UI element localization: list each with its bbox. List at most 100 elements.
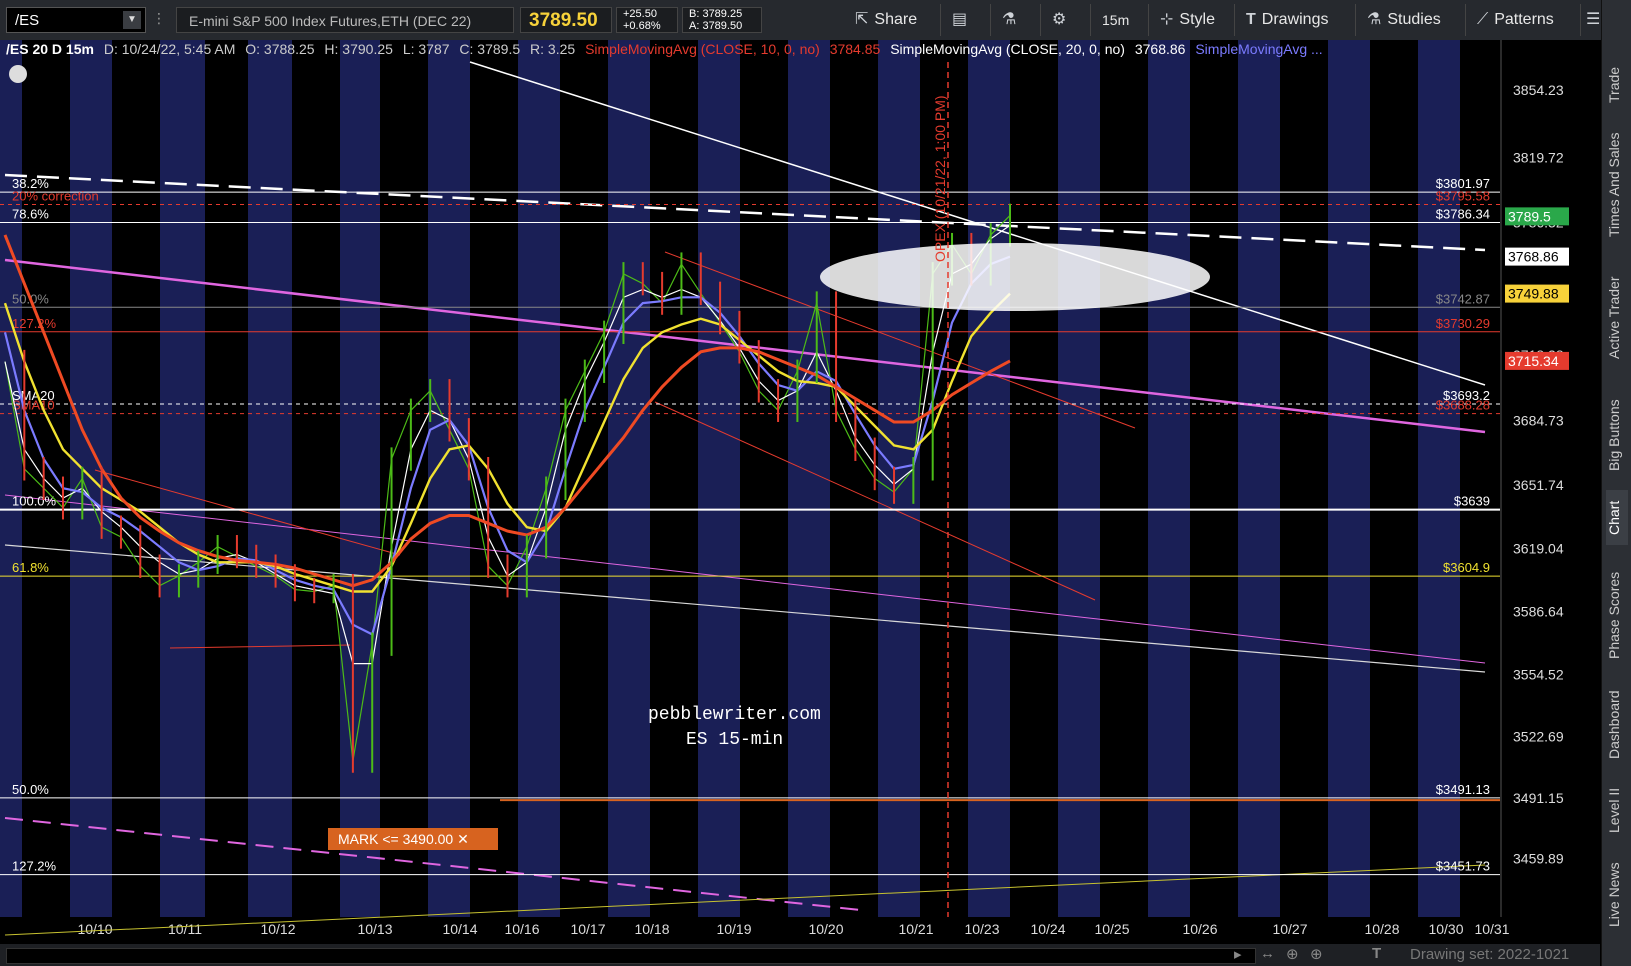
zoom-icon[interactable]: ⊕ xyxy=(1310,945,1323,963)
sma10-value: 3784.85 xyxy=(829,41,881,57)
price-axis-tick: 3554.52 xyxy=(1513,666,1564,682)
bar-close: C: 3789.5 xyxy=(459,41,521,57)
flask-icon: ⚗ xyxy=(1002,11,1017,28)
watermark-site: pebblewriter.com xyxy=(648,705,821,725)
tab-live-news[interactable]: Live News xyxy=(1606,860,1628,930)
time-axis-tick: 10/24 xyxy=(1030,921,1065,937)
price-axis-tick: 3522.69 xyxy=(1513,728,1564,744)
price-axis-tick: 3651.74 xyxy=(1513,477,1564,493)
bar-open: O: 3788.25 xyxy=(245,41,315,57)
time-axis-tick: 10/30 xyxy=(1428,921,1463,937)
gear-icon: ⚙ xyxy=(1052,11,1067,28)
price-level-value: $3451.73 xyxy=(1436,859,1490,874)
symbol-selector[interactable]: /ES ▼ xyxy=(6,7,146,33)
price-tag-value: 3749.88 xyxy=(1508,286,1559,302)
price-level-value: $3639 xyxy=(1454,494,1490,509)
book-icon: ▤ xyxy=(952,11,968,28)
price-axis-tick: 3684.73 xyxy=(1513,413,1564,429)
style-button[interactable]: ⊹ Style xyxy=(1160,7,1215,33)
chart-view-button[interactable]: ▤ xyxy=(952,7,973,33)
share-button[interactable]: ⇱ Share xyxy=(855,7,917,33)
time-axis-tick: 10/10 xyxy=(77,921,112,937)
time-axis-tick: 10/20 xyxy=(808,921,843,937)
price-level-value: $3795.58 xyxy=(1436,189,1490,204)
watermark-subtitle: ES 15-min xyxy=(686,730,784,750)
time-axis-tick: 10/13 xyxy=(357,921,392,937)
tab-phase-scores[interactable]: Phase Scores xyxy=(1606,560,1628,670)
description-text: E-mini S&P 500 Index Futures,ETH (DEC 22… xyxy=(189,13,472,29)
highlight-ellipse xyxy=(820,243,1210,311)
session-band xyxy=(1058,40,1100,917)
bar-range: R: 3.25 xyxy=(530,41,576,57)
menu-icon: ☰ xyxy=(1586,11,1601,28)
ask-value: A: 3789.50 xyxy=(689,20,743,32)
sma-more-label[interactable]: SimpleMovingAvg ... xyxy=(1195,41,1322,57)
tab-times-and-sales[interactable]: Times And Sales xyxy=(1606,125,1628,245)
tab-dashboard[interactable]: Dashboard xyxy=(1606,690,1628,760)
time-axis-tick: 10/16 xyxy=(504,921,539,937)
time-axis-tick: 10/19 xyxy=(716,921,751,937)
session-band xyxy=(698,40,740,917)
tab-level-ii[interactable]: Level II xyxy=(1606,780,1628,840)
patterns-button[interactable]: ⟋ Patterns xyxy=(1477,7,1554,33)
price-level-label: 127.2% xyxy=(12,859,57,874)
bottom-bar: ▸ ↔ ⊕ ⊕ T Drawing set: 2022-1021 xyxy=(0,944,1600,966)
opex-label: OPEX (10/21/22, 1:00 PM) xyxy=(932,95,948,262)
bid-ask: B: 3789.25 A: 3789.50 xyxy=(682,7,762,33)
drawings-button[interactable]: T Drawings xyxy=(1246,7,1328,33)
price-level-value: $3786.34 xyxy=(1436,207,1490,222)
time-axis-tick: 10/18 xyxy=(634,921,669,937)
chart-area[interactable]: 3854.233819.723786.323751.83718.283684.7… xyxy=(0,40,1600,944)
drawing-set-label[interactable]: Drawing set: 2022-1021 xyxy=(1410,946,1569,963)
flask-button[interactable]: ⚗ xyxy=(1002,7,1022,33)
session-band xyxy=(340,40,380,917)
price-level-value: $3688.28 xyxy=(1436,398,1490,413)
chevron-down-icon[interactable]: ▼ xyxy=(123,11,141,29)
text-tool-icon[interactable]: T xyxy=(1372,945,1381,962)
price-level-label: SMA10 xyxy=(12,398,55,413)
session-band xyxy=(1328,40,1370,917)
tab-chart[interactable]: Chart xyxy=(1606,490,1628,545)
tab-trade[interactable]: Trade xyxy=(1606,55,1628,115)
time-axis-tick: 10/21 xyxy=(898,921,933,937)
price-tag-value: 3768.86 xyxy=(1508,249,1559,265)
time-axis-tick: 10/28 xyxy=(1364,921,1399,937)
link-icon[interactable]: ⋮ xyxy=(152,10,166,36)
price-level-value: $3604.9 xyxy=(1443,560,1490,575)
studies-button[interactable]: ⚗ Studies xyxy=(1367,7,1441,33)
crosshair-icon[interactable]: ⊕ xyxy=(1286,945,1299,963)
net-change-value: +25.50 xyxy=(623,8,657,20)
net-change: +25.50 +0.68% xyxy=(616,7,678,33)
session-band xyxy=(428,40,470,917)
alert-icon[interactable] xyxy=(9,65,27,83)
mark-alert-badge[interactable]: MARK <= 3490.00 ✕ xyxy=(328,828,498,850)
price-level-value: $3742.87 xyxy=(1436,291,1490,306)
timeframe-button[interactable]: 15m xyxy=(1102,7,1129,33)
session-band xyxy=(968,40,1010,917)
session-band xyxy=(248,40,292,917)
sma20-label[interactable]: SimpleMovingAvg (CLOSE, 20, 0, no) xyxy=(890,41,1125,57)
horizontal-scrollbar[interactable] xyxy=(6,948,1256,964)
bid-value: B: 3789.25 xyxy=(689,8,743,20)
price-axis-tick: 3491.15 xyxy=(1513,790,1564,806)
tab-big-buttons[interactable]: Big Buttons xyxy=(1606,390,1628,480)
session-band xyxy=(160,40,205,917)
net-change-pct: +0.68% xyxy=(623,20,661,32)
settings-button[interactable]: ⚙ xyxy=(1052,7,1072,33)
scroll-right-icon[interactable]: ▸ xyxy=(1234,945,1242,963)
price-axis-tick: 3619.04 xyxy=(1513,541,1564,557)
price-axis-tick: 3819.72 xyxy=(1513,149,1564,165)
time-axis-tick: 10/31 xyxy=(1474,921,1509,937)
time-axis-tick: 10/26 xyxy=(1182,921,1217,937)
price-chart[interactable]: 3854.233819.723786.323751.83718.283684.7… xyxy=(0,40,1600,944)
price-axis-tick: 3586.64 xyxy=(1513,604,1564,620)
flask-icon: ⚗ xyxy=(1367,11,1382,28)
tab-active-trader[interactable]: Active Trader xyxy=(1606,268,1628,368)
sma10-label[interactable]: SimpleMovingAvg (CLOSE, 10, 0, no) xyxy=(585,41,820,57)
pan-icon[interactable]: ↔ xyxy=(1260,945,1275,962)
symbol-description: E-mini S&P 500 Index Futures,ETH (DEC 22… xyxy=(176,7,514,33)
time-axis-tick: 10/12 xyxy=(260,921,295,937)
top-toolbar: /ES ▼ ⋮ E-mini S&P 500 Index Futures,ETH… xyxy=(0,0,1631,41)
session-band xyxy=(608,40,650,917)
price-tag-value: 3715.34 xyxy=(1508,353,1559,369)
